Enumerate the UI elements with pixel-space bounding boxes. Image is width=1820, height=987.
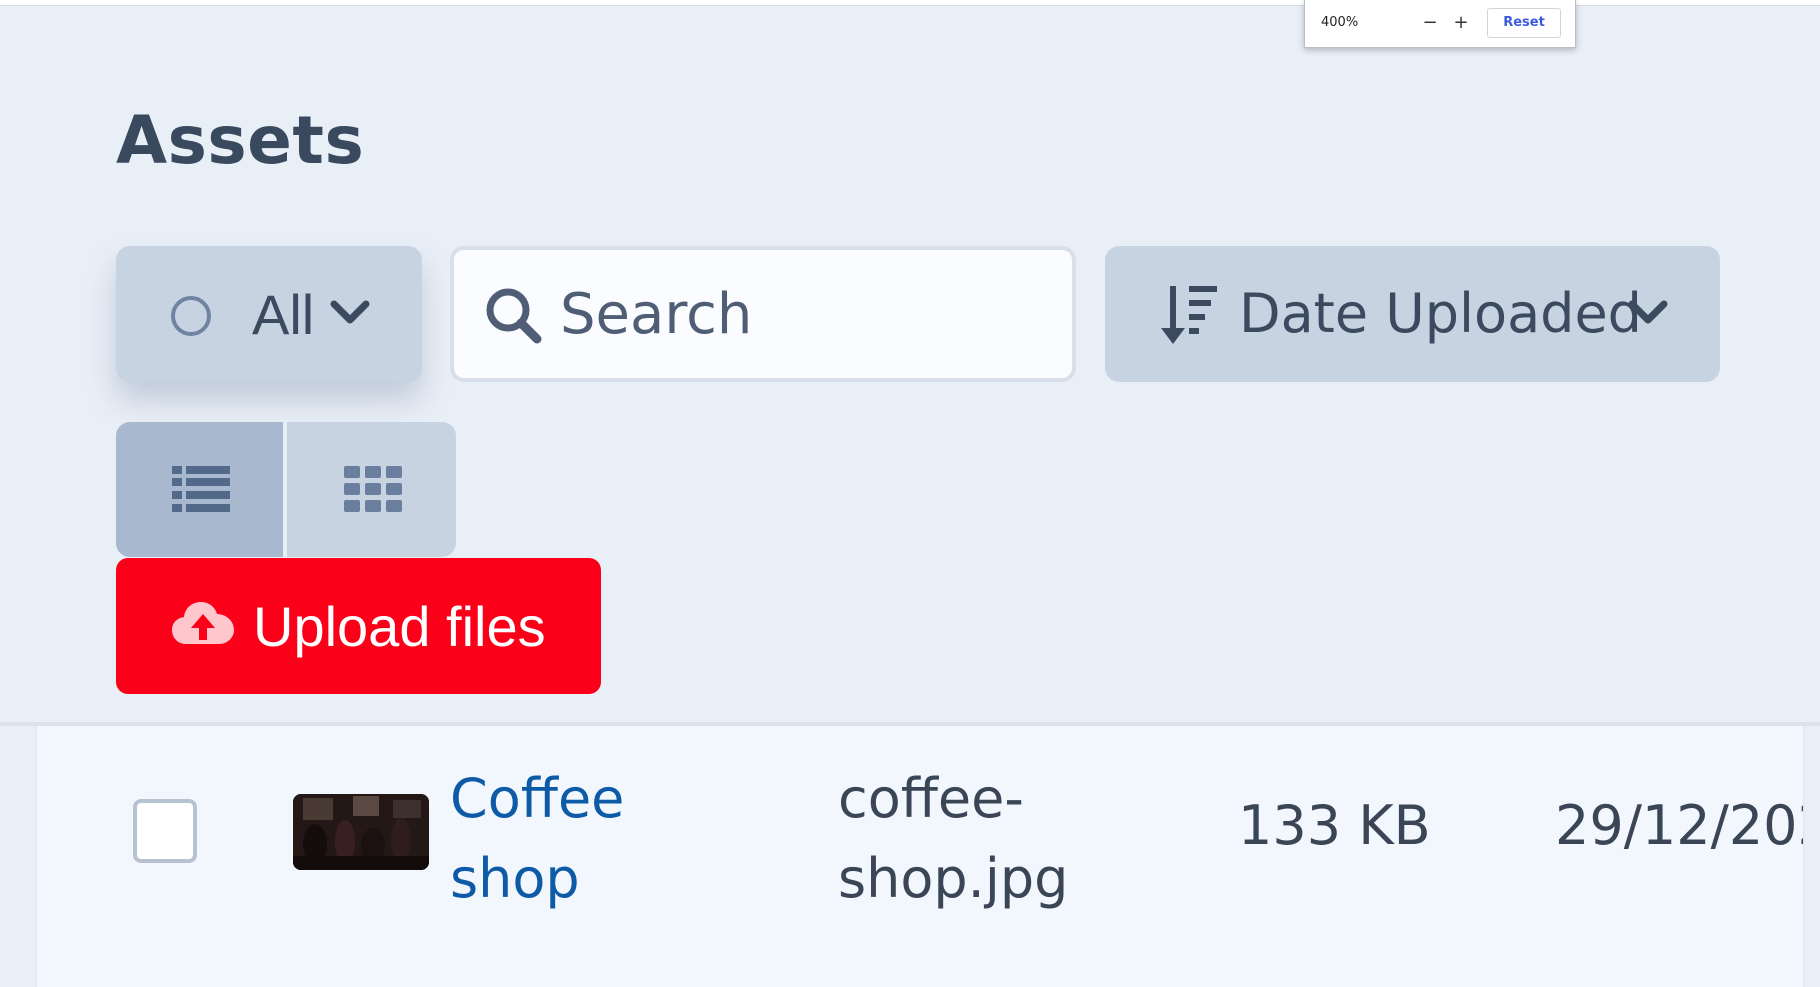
upload-files-button[interactable]: Upload files [116,558,601,694]
sort-label: Date Uploaded [1239,282,1642,345]
sort-dropdown-button[interactable]: Date Uploaded [1105,246,1720,382]
zoom-reset-button[interactable]: Reset [1487,8,1561,38]
zoom-out-button[interactable]: − [1419,10,1441,36]
zoom-popup: 400% − + Reset [1304,0,1576,48]
row-checkbox[interactable] [133,799,197,863]
table-row: Coffee shop coffee-shop.jpg 133 KB 29/12… [36,726,1804,987]
list-view-button[interactable] [116,422,283,557]
asset-date: 29/12/202 [1555,794,1803,857]
asset-size: 133 KB [1238,794,1431,857]
search-input[interactable] [560,278,1040,350]
coffee-shop-image [293,794,429,870]
zoom-in-button[interactable]: + [1450,10,1472,36]
upload-files-label: Upload files [253,595,546,658]
filter-label: All [252,283,315,346]
filter-dropdown-button[interactable]: All [116,246,422,382]
radio-circle-icon [171,296,211,336]
list-icon [172,466,230,512]
page-title: Assets [116,102,365,179]
sort-descending-icon [1161,286,1217,344]
zoom-level-value: 400% [1321,15,1359,30]
chevron-down-icon [1628,300,1668,324]
asset-filename: coffee-shop.jpg [838,767,1069,910]
search-icon [486,288,542,344]
asset-thumbnail[interactable] [293,794,429,870]
asset-name-link[interactable]: Coffee shop [450,759,650,919]
grid-view-button[interactable] [287,422,456,557]
chevron-down-icon [330,300,370,324]
view-toggle [116,422,456,557]
search-box[interactable] [450,246,1076,382]
cloud-upload-icon [172,602,234,644]
grid-icon [344,466,402,512]
